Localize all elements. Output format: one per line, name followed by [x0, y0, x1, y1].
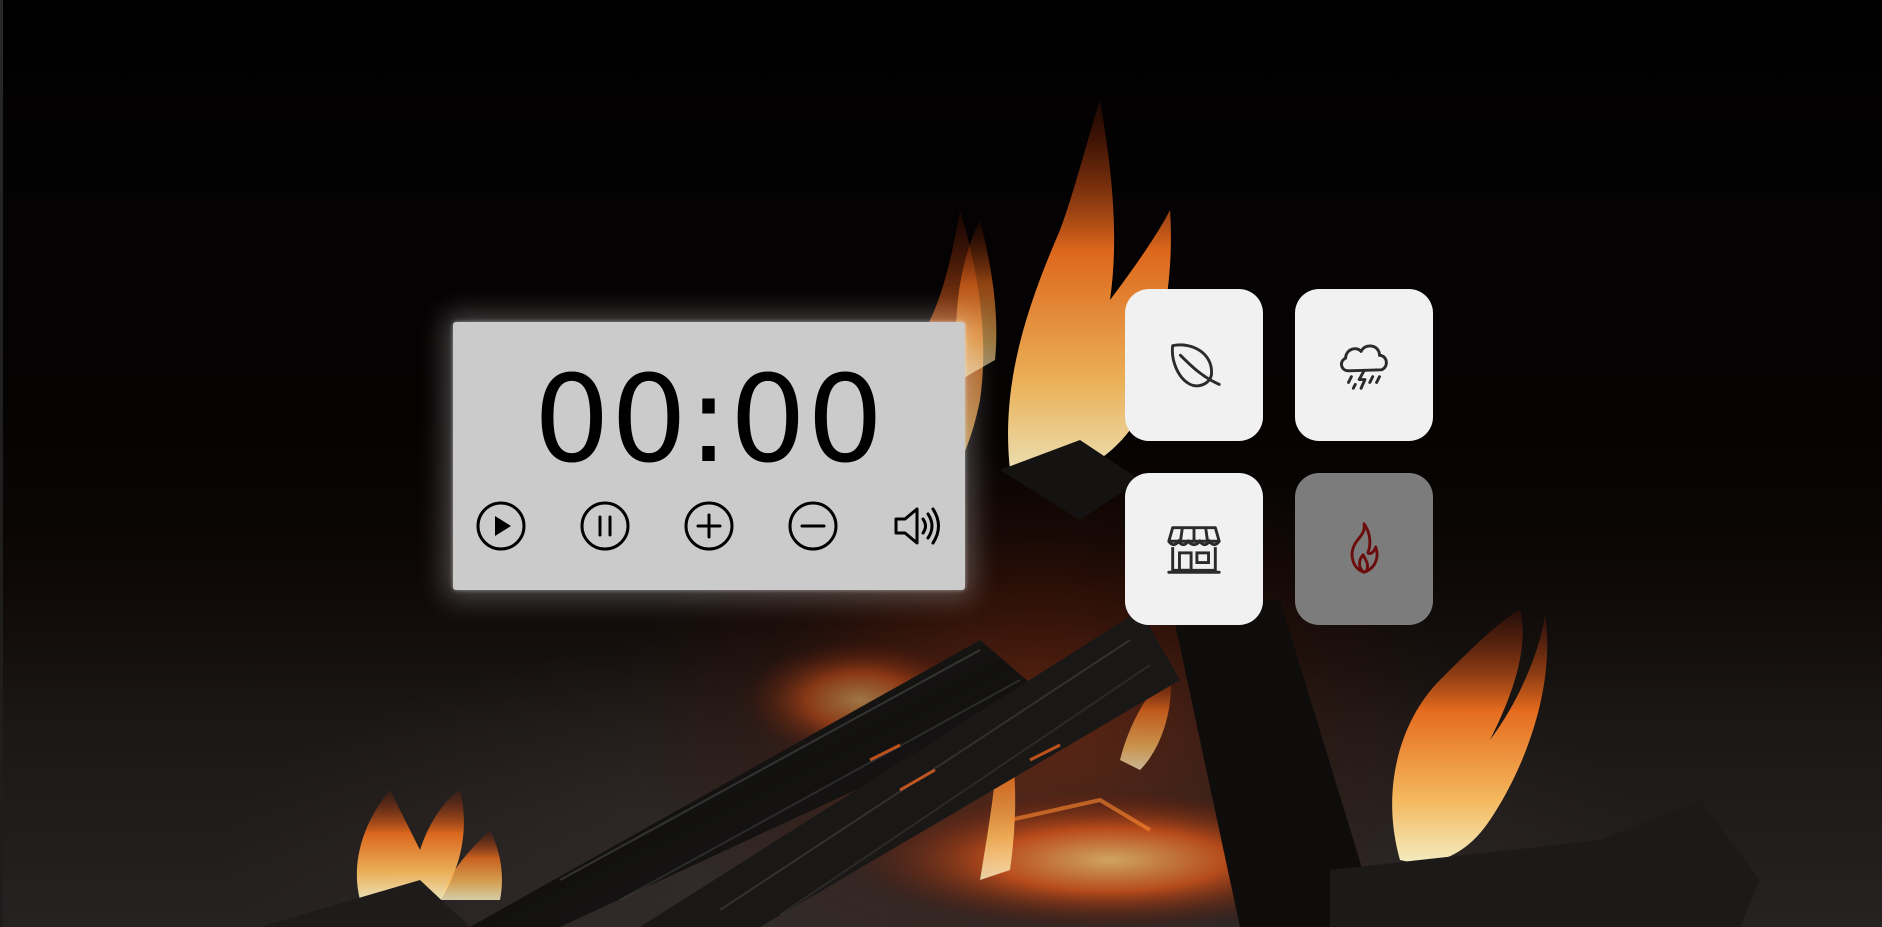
pause-button[interactable]	[577, 498, 633, 554]
minus-circle-icon	[788, 501, 838, 551]
timer-panel: 00:00	[453, 322, 965, 590]
increase-time-button[interactable]	[681, 498, 737, 554]
sound-tile-nature[interactable]	[1125, 289, 1263, 441]
fire-icon	[1350, 522, 1379, 574]
decrease-time-button[interactable]	[785, 498, 841, 554]
leaf-icon	[1170, 343, 1221, 388]
volume-button[interactable]	[889, 498, 945, 554]
sound-tile-fireplace[interactable]	[1295, 473, 1433, 625]
sound-tile-thunderstorm[interactable]	[1295, 289, 1433, 441]
timer-display: 00:00	[533, 351, 885, 490]
timer-controls	[453, 498, 965, 554]
speaker-volume-icon	[894, 507, 940, 545]
sound-tile-cafe[interactable]	[1125, 473, 1263, 625]
pause-circle-icon	[580, 501, 630, 551]
plus-circle-icon	[684, 501, 734, 551]
play-circle-icon	[476, 501, 526, 551]
store-icon	[1167, 526, 1221, 574]
thunderstorm-icon	[1340, 344, 1388, 390]
play-button[interactable]	[473, 498, 529, 554]
